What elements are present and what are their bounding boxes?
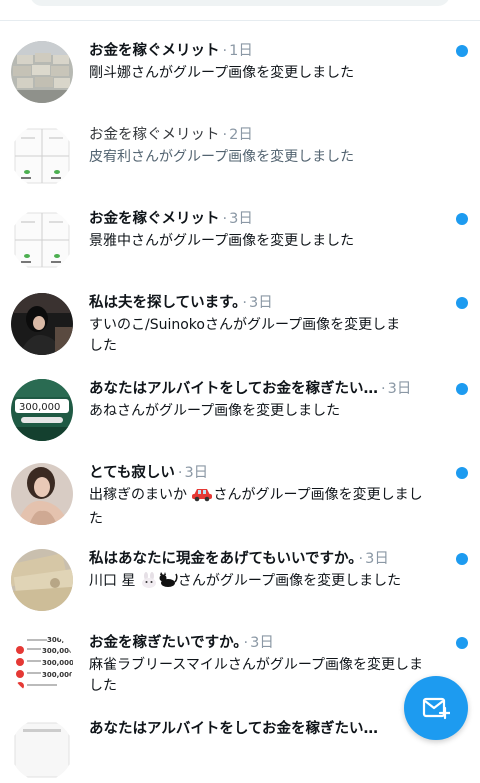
conversation-row[interactable]: お金を稼ぐメリット · 3日 景雅中さんがグループ画像を変更しました [0,189,480,273]
top-bar [0,0,480,21]
group-avatar: 300, 300,000- 300,000- 300,000- [11,633,73,695]
conversation-title: あなたはアルバイトをしてお金を稼ぎたい… [89,721,378,737]
last-message-line: すいのこ/Suinokoさんがグループ画像を変更しま [89,317,401,333]
conversation-title: あなたはアルバイトをしてお金を稼ぎたい… [89,381,378,397]
unread-indicator [456,383,468,395]
last-message-line: 出稼ぎのまいか [89,487,187,503]
conversation-title: お金を稼ぐメリット [89,43,220,59]
conversation-row[interactable]: お金を稼ぐメリット · 1日 剛斗娜さんがグループ画像を変更しました [0,21,480,105]
separator-dot: · [177,465,183,481]
separator-dot: · [222,43,228,59]
conversation-list: お金を稼ぐメリット · 1日 剛斗娜さんがグループ画像を変更しました お金を稼ぐ… [0,21,480,783]
last-message-line: した [89,338,117,354]
last-message: あねさんがグループ画像を変更しました [89,403,341,419]
conversation-row[interactable]: とても寂しい · 3日 出稼ぎのまいか さんがグループ画像を変更しまし た [0,443,480,529]
last-message: 剛斗娜さんがグループ画像を変更しました [89,65,355,81]
last-message: 皮宥利さんがグループ画像を変更しました [89,149,355,165]
unread-indicator [456,637,468,649]
separator-dot: · [242,295,247,311]
last-message: 川口 星 さんがグループ画像を変更しました [89,571,449,595]
conversation-title: お金を稼ぎたいですか。 [89,635,241,651]
timestamp: 3日 [387,381,412,397]
unread-indicator [456,467,468,479]
group-avatar [11,209,73,271]
unread-indicator [456,213,468,225]
separator-dot: · [222,127,228,143]
last-message: 麻雀ラブリースマイルさんがグループ画像を変更しま した [89,655,449,697]
conversation-title: お金を稼ぐメリット [89,127,220,143]
last-message-line: さんがグループ画像を変更しまし [213,487,423,503]
conversation-row[interactable]: 私はあなたに現金をあげてもいいですか。 · 3日 川口 星 さんがグループ画像を… [0,529,480,613]
last-message-line: した [89,678,117,694]
search-field[interactable] [30,0,450,6]
group-avatar: 300,000 [11,379,73,441]
last-message: すいのこ/Suinokoさんがグループ画像を変更しま した [89,315,449,357]
conversation-row[interactable]: 300,000 あなたはアルバイトをしてお金を稼ぎたい… · 3日 あねさんがグルー… [0,359,480,443]
last-message: 景雅中さんがグループ画像を変更しました [89,233,355,249]
unread-indicator [456,45,468,57]
car-emoji-icon [191,486,213,509]
last-message-part: さんがグループ画像を変更しました [177,573,402,589]
last-message-line: 麻雀ラブリースマイルさんがグループ画像を変更しま [89,657,424,673]
separator-dot: · [358,551,364,567]
group-avatar [11,549,73,611]
conversation-title: 私は夫を探しています。 [89,295,240,311]
group-avatar [11,293,73,355]
last-message-part: 川口 星 [89,573,136,589]
group-avatar [11,719,73,781]
black-cat-emoji-icon [158,572,178,595]
group-avatar [11,41,73,103]
conversation-title: とても寂しい [89,465,175,481]
unread-indicator [456,553,468,565]
last-message-line: た [89,511,103,527]
last-message: 出稼ぎのまいか さんがグループ画像を変更しまし た [89,485,449,530]
timestamp: 3日 [250,635,274,651]
amount-line: 300,000- [42,659,73,667]
separator-dot: · [380,381,386,397]
amount-line: 300, [47,636,64,644]
conversation-title: お金を稼ぐメリット [89,211,220,227]
timestamp: 2日 [229,127,253,143]
new-message-icon [422,697,450,720]
new-message-button[interactable] [404,676,468,740]
group-avatar [11,463,73,525]
timestamp: 1日 [229,43,253,59]
amount-line: 300,000- [42,647,73,655]
conversation-title: 私はあなたに現金をあげてもいいですか。 [89,551,356,567]
unread-indicator [456,297,468,309]
separator-dot: · [243,635,249,651]
timestamp: 3日 [229,211,253,227]
timestamp: 3日 [365,551,389,567]
group-avatar [11,125,73,187]
rabbit-emoji-icon [140,572,158,595]
conversation-row[interactable]: 私は夫を探しています。 · 3日 すいのこ/Suinokoさんがグループ画像を変更し… [0,273,480,359]
conversation-row[interactable]: お金を稼ぐメリット · 2日 皮宥利さんがグループ画像を変更しました [0,105,480,189]
amount-line: 300,000- [42,671,73,679]
timestamp: 3日 [184,465,209,481]
timestamp: 3日 [248,295,273,311]
conversation-row[interactable]: 300, 300,000- 300,000- 300,000- お金を稼ぎたいで… [0,613,480,699]
balance-amount: 300,000 [19,402,60,413]
separator-dot: · [222,211,228,227]
